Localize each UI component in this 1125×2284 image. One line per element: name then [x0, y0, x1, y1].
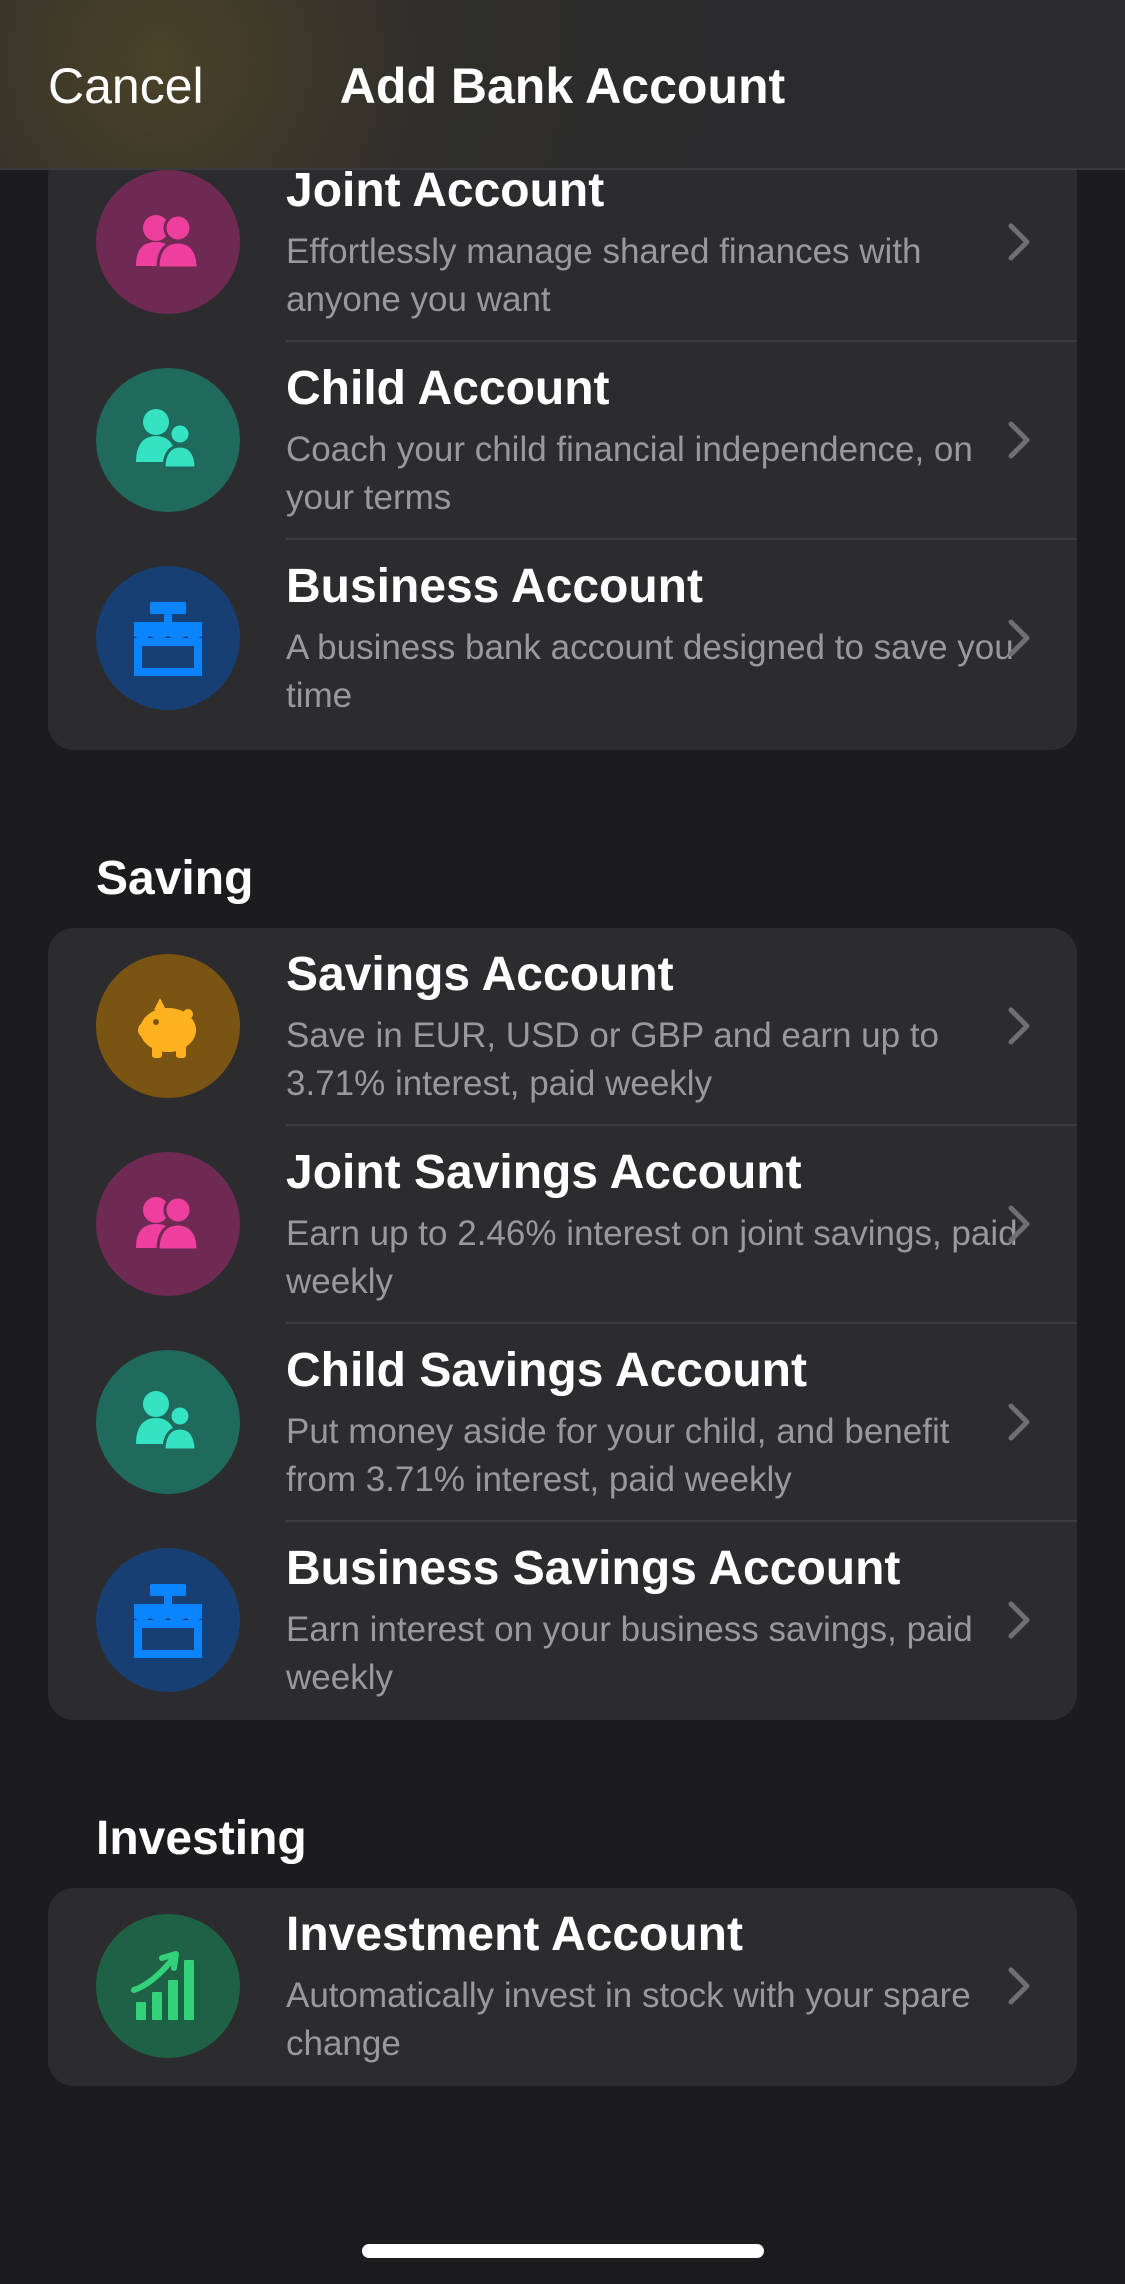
list-item-investment-account[interactable]: Investment Account Automatically invest … — [48, 1888, 1077, 2086]
row-title: Child Savings Account — [286, 1344, 807, 1397]
chevron-right-icon — [1008, 1403, 1030, 1441]
row-title: Savings Account — [286, 948, 674, 1001]
chevron-right-icon — [1008, 1601, 1030, 1639]
list-item-savings-account[interactable]: Savings Account Save in EUR, USD or GBP … — [48, 928, 1077, 1126]
two-people-icon — [136, 1195, 200, 1252]
home-indicator[interactable] — [362, 2244, 764, 2258]
investing-card: Investment Account Automatically invest … — [48, 1888, 1077, 2086]
business-account-avatar — [96, 566, 240, 710]
storefront-icon — [134, 1584, 202, 1658]
child-savings-account-avatar — [96, 1350, 240, 1494]
savings-account-avatar — [96, 954, 240, 1098]
list-item-business-account[interactable]: Business Account A business bank account… — [48, 540, 1077, 738]
parent-child-icon — [136, 409, 198, 470]
row-description: Automatically invest in stock with your … — [286, 1976, 971, 2063]
investment-account-avatar — [96, 1914, 240, 2058]
navigation-bar: Cancel Add Bank Account — [0, 0, 1125, 170]
row-description: Coach your child financial independence,… — [286, 430, 973, 517]
list-item-joint-savings-account[interactable]: Joint Savings Account Earn up to 2.46% i… — [48, 1126, 1077, 1324]
storefront-icon — [134, 602, 202, 676]
parent-child-icon — [136, 1391, 198, 1452]
row-description: Earn interest on your business savings, … — [286, 1610, 973, 1697]
chevron-right-icon — [1008, 619, 1030, 657]
row-title: Joint Savings Account — [286, 1146, 802, 1199]
joint-account-avatar — [96, 170, 240, 314]
chevron-right-icon — [1008, 1967, 1030, 2005]
growth-chart-icon — [131, 1951, 194, 2020]
accounts-card: Joint Account Effortlessly manage shared… — [48, 150, 1077, 750]
joint-savings-account-avatar — [96, 1152, 240, 1296]
list-item-child-savings-account[interactable]: Child Savings Account Put money aside fo… — [48, 1324, 1077, 1522]
child-account-avatar — [96, 368, 240, 512]
chevron-right-icon — [1008, 1007, 1030, 1045]
page-title: Add Bank Account — [339, 58, 786, 114]
list-item-child-account[interactable]: Child Account Coach your child financial… — [48, 342, 1077, 540]
chevron-right-icon — [1008, 421, 1030, 459]
saving-card: Savings Account Save in EUR, USD or GBP … — [48, 928, 1077, 1720]
row-description: Effortlessly manage shared finances with… — [286, 232, 922, 319]
section-title-investing: Investing — [96, 1812, 307, 1865]
row-description: Earn up to 2.46% interest on joint savin… — [286, 1214, 1018, 1301]
piggy-bank-icon — [138, 998, 196, 1058]
row-title: Business Savings Account — [286, 1542, 901, 1595]
list-item-business-savings-account[interactable]: Business Savings Account Earn interest o… — [48, 1522, 1077, 1720]
row-title: Joint Account — [286, 164, 605, 217]
chevron-right-icon — [1008, 1205, 1030, 1243]
list-item-joint-account[interactable]: Joint Account Effortlessly manage shared… — [48, 150, 1077, 342]
two-people-icon — [136, 213, 200, 270]
row-description: Save in EUR, USD or GBP and earn up to 3… — [286, 1016, 940, 1103]
row-description: A business bank account designed to save… — [286, 628, 1014, 715]
section-title-saving: Saving — [96, 852, 254, 905]
row-title: Child Account — [286, 362, 610, 415]
business-savings-account-avatar — [96, 1548, 240, 1692]
chevron-right-icon — [1008, 223, 1030, 261]
row-title: Investment Account — [286, 1908, 743, 1961]
row-description: Put money aside for your child, and bene… — [286, 1412, 950, 1499]
row-title: Business Account — [286, 560, 703, 613]
